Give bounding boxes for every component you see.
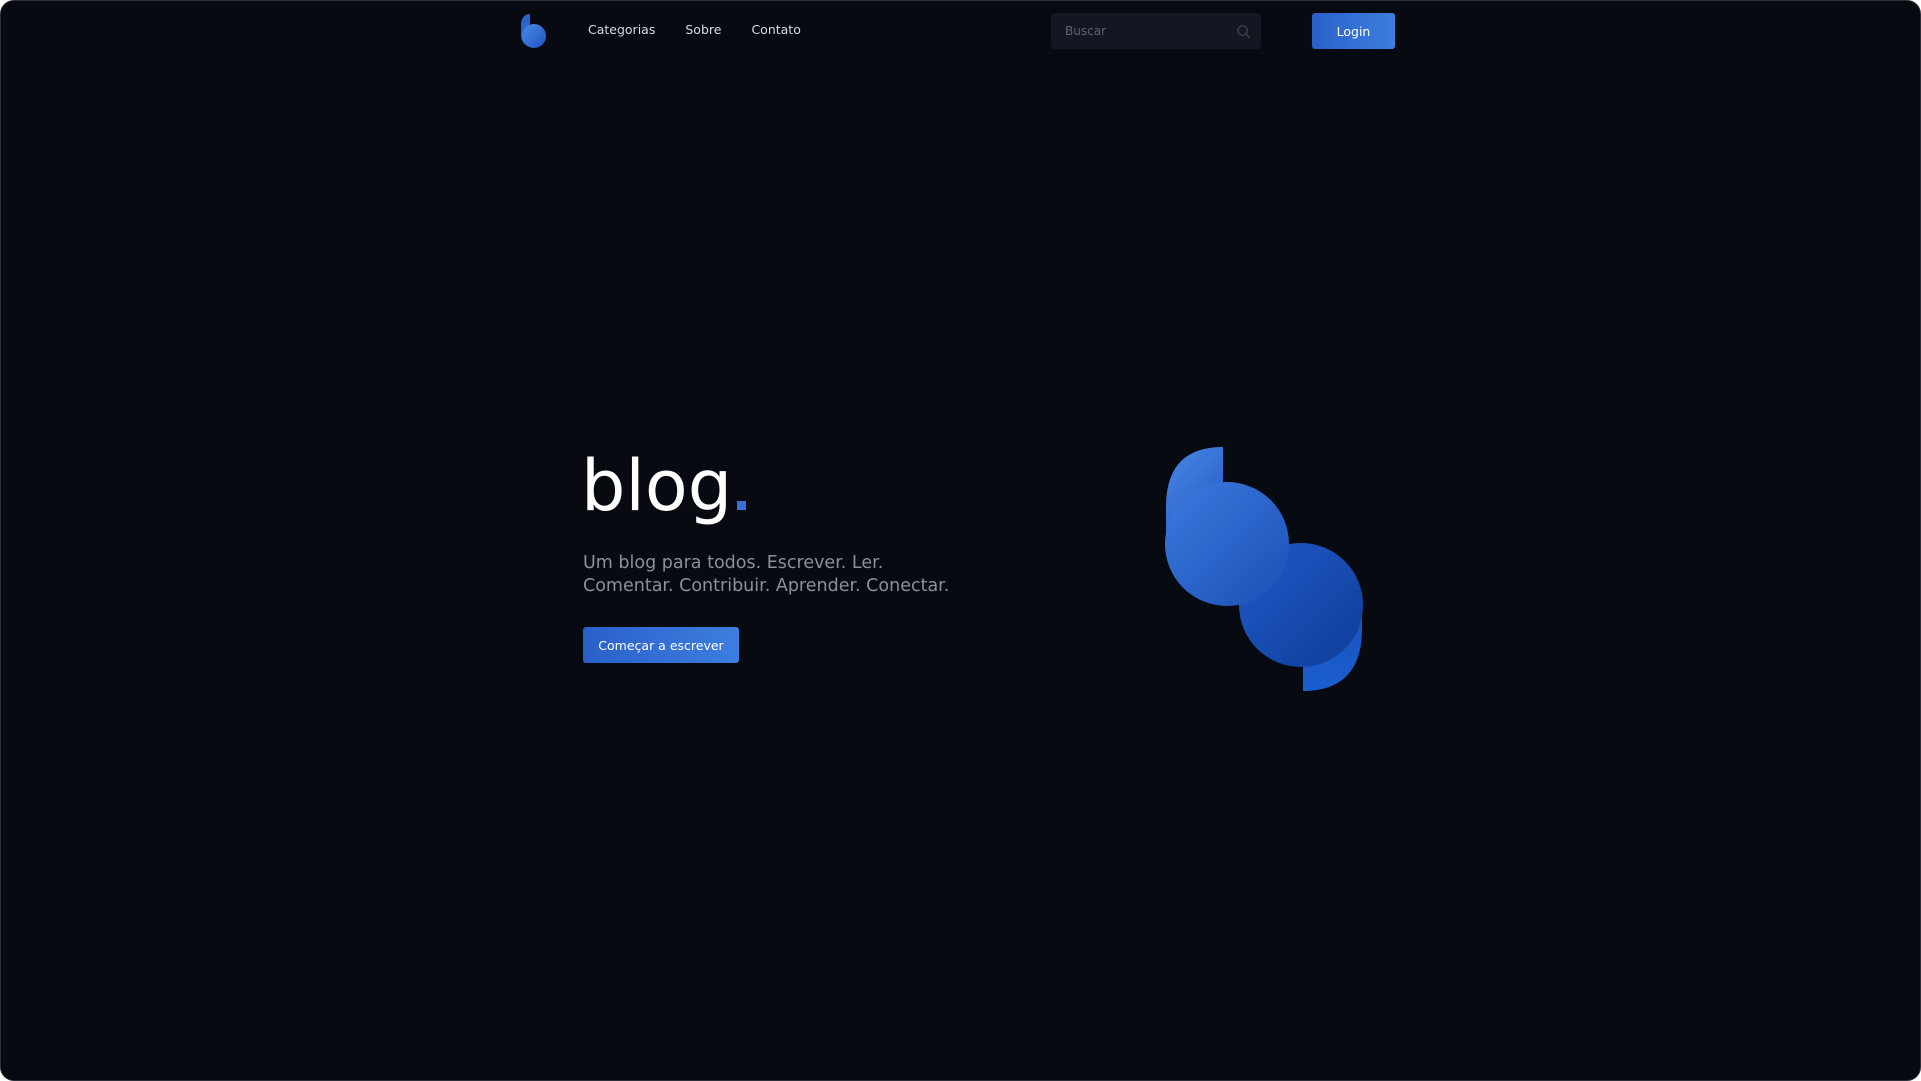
search-input[interactable] [1063,23,1235,39]
hero-subtitle-line-2: Comentar. Contribuir. Aprender. Conectar… [583,576,950,596]
start-writing-button[interactable]: Começar a escrever [583,627,739,663]
app-window: Categorias Sobre Contato Login blog Um b… [0,0,1921,1081]
hero-title: blog [581,451,747,521]
navbar: Categorias Sobre Contato Login [1,1,1920,61]
search-icon[interactable] [1235,23,1251,39]
nav-links: Categorias Sobre Contato [588,22,801,37]
nav-link-contato[interactable]: Contato [751,22,800,37]
nav-link-categorias[interactable]: Categorias [588,22,655,37]
blog-logo-icon[interactable] [518,12,548,50]
login-button[interactable]: Login [1312,13,1395,49]
search-box [1051,13,1261,49]
hero-subtitle-line-1: Um blog para todos. Escrever. Ler. [583,553,884,573]
nav-link-sobre[interactable]: Sobre [685,22,721,37]
hero-title-text: blog [581,445,733,527]
hero-subtitle: Um blog para todos. Escrever. Ler. Comen… [583,552,1003,598]
blog-logo-illustration [1165,447,1363,691]
hero-title-dot [737,501,747,510]
